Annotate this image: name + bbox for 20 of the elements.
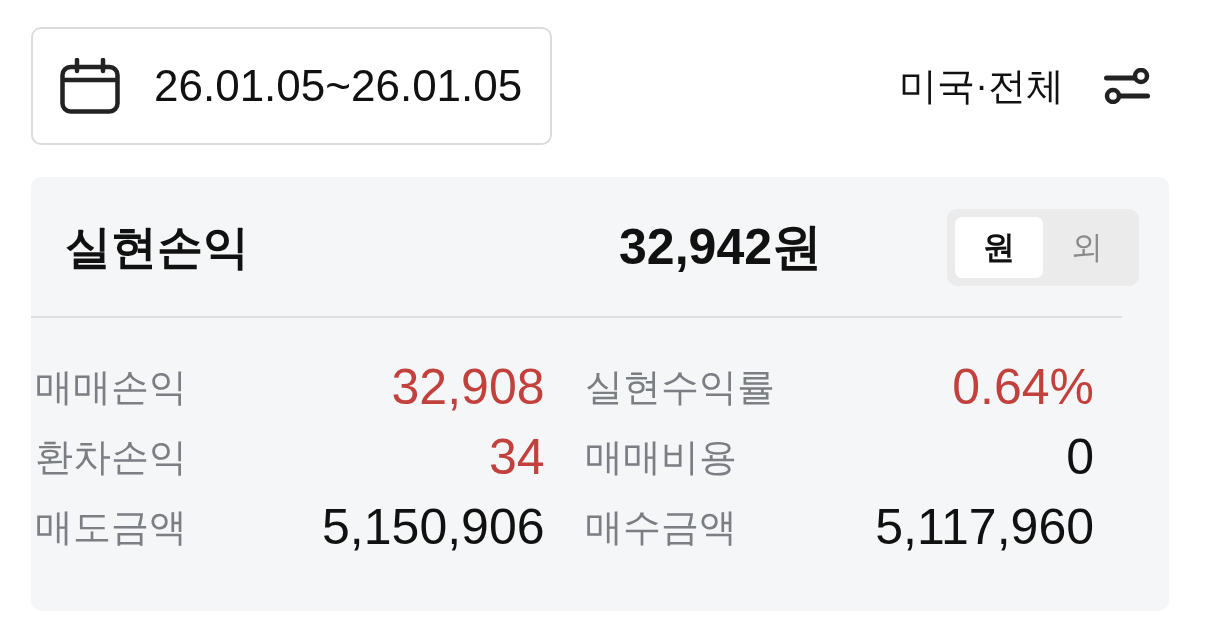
metric-label: 매매손익 [35, 364, 187, 410]
summary-amount: 32,942원 [619, 218, 822, 277]
metric-label: 실현수익률 [584, 364, 775, 410]
currency-toggle-option[interactable]: 원 [955, 217, 1043, 278]
metric-value: 0.64% [952, 358, 1094, 416]
filter-button[interactable] [1104, 68, 1150, 104]
metric-value: 5,150,906 [322, 498, 545, 556]
metric-value: 0 [1066, 428, 1094, 486]
metric-label: 매도금액 [35, 504, 187, 550]
filter-settings-icon [1104, 68, 1150, 104]
metric-label: 환차손익 [35, 434, 187, 480]
metric-label: 매매비용 [584, 434, 737, 480]
metric-value: 32,908 [391, 358, 545, 416]
metric-value: 5,117,960 [875, 498, 1094, 556]
summary-title: 실현손익 [65, 219, 249, 275]
metric-label: 매수금액 [584, 504, 737, 550]
metric-value: 34 [488, 428, 545, 486]
date-range-button[interactable]: 26.01.05~26.01.05 [31, 27, 553, 145]
calendar-icon [60, 58, 120, 114]
market-filter-label[interactable]: 미국·전체 [899, 60, 1064, 112]
